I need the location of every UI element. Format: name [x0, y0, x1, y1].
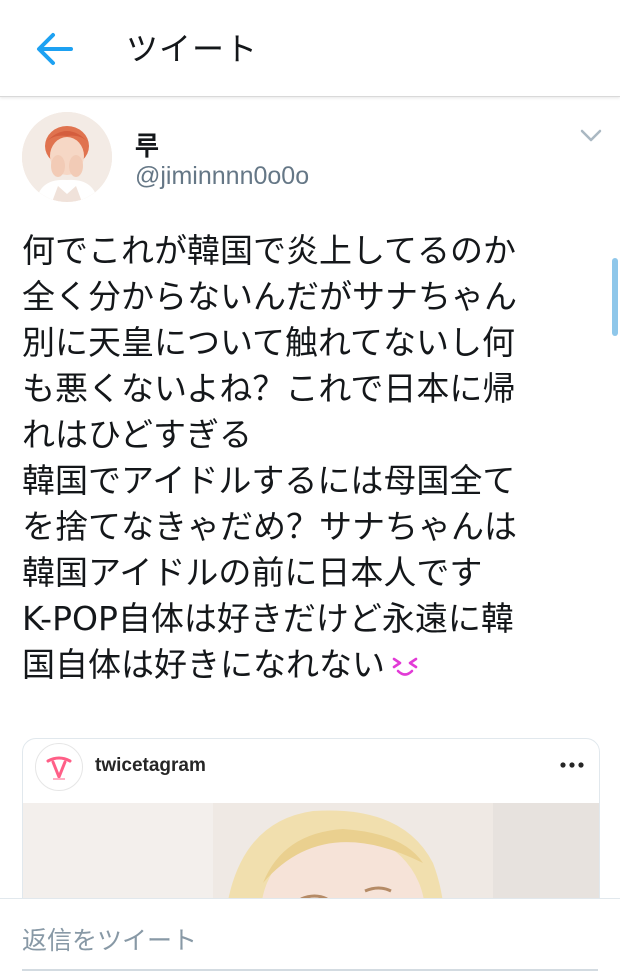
top-bar: ツイート — [0, 0, 620, 97]
squinting-face-emoji — [392, 657, 418, 676]
more-horizontal-icon — [560, 762, 584, 768]
more-options-button[interactable] — [557, 753, 587, 777]
tweet-text-line: 全く分からないんだがサナちゃん — [22, 277, 517, 316]
page-title: ツイート — [126, 30, 259, 68]
avatar-image — [22, 112, 112, 202]
reply-input-underline — [22, 969, 598, 971]
tweet-menu-button[interactable] — [578, 126, 604, 146]
tweet-text-line: K-POP自体は好きだけど永遠に韓 — [22, 599, 514, 638]
chevron-down-icon — [580, 129, 602, 142]
back-button[interactable] — [30, 26, 80, 72]
tweet-text-last-line: 国自体は好きになれない — [22, 642, 602, 688]
avatar[interactable] — [22, 112, 112, 202]
tweet-text-line: も悪くないよね？これで日本に帰 — [22, 369, 516, 408]
embed-account-name[interactable]: twicetagram — [95, 755, 206, 777]
user-handle[interactable]: @jiminnnn0o0o — [135, 162, 309, 191]
reply-bar: 返信をツイート — [0, 898, 620, 978]
twice-logo-icon[interactable] — [35, 743, 83, 791]
tweet-text-line: 韓国アイドルの前に日本人です — [22, 553, 483, 592]
scroll-indicator[interactable] — [612, 258, 618, 336]
reply-input[interactable]: 返信をツイート — [22, 921, 197, 957]
tweet-text: 何でこれが韓国で炎上してるのか 全く分からないんだがサナちゃん 別に天皇について… — [22, 228, 602, 688]
embed-header: twicetagram — [23, 739, 599, 803]
tweet-text-line: 国自体は好きになれない — [22, 645, 385, 684]
tweet-text-line: を捨てなきゃだめ？サナちゃんは — [22, 507, 517, 546]
tweet-text-line: 別に天皇について触れてないし何 — [22, 323, 516, 362]
arrow-left-icon — [37, 33, 73, 65]
tweet-text-line: れはひどすぎる — [22, 415, 253, 454]
tweet-text-line: 韓国でアイドルするには母国全て — [22, 461, 516, 500]
tweet-text-line: 何でこれが韓国で炎上してるのか — [22, 231, 517, 270]
display-name[interactable]: 루 — [135, 126, 159, 163]
